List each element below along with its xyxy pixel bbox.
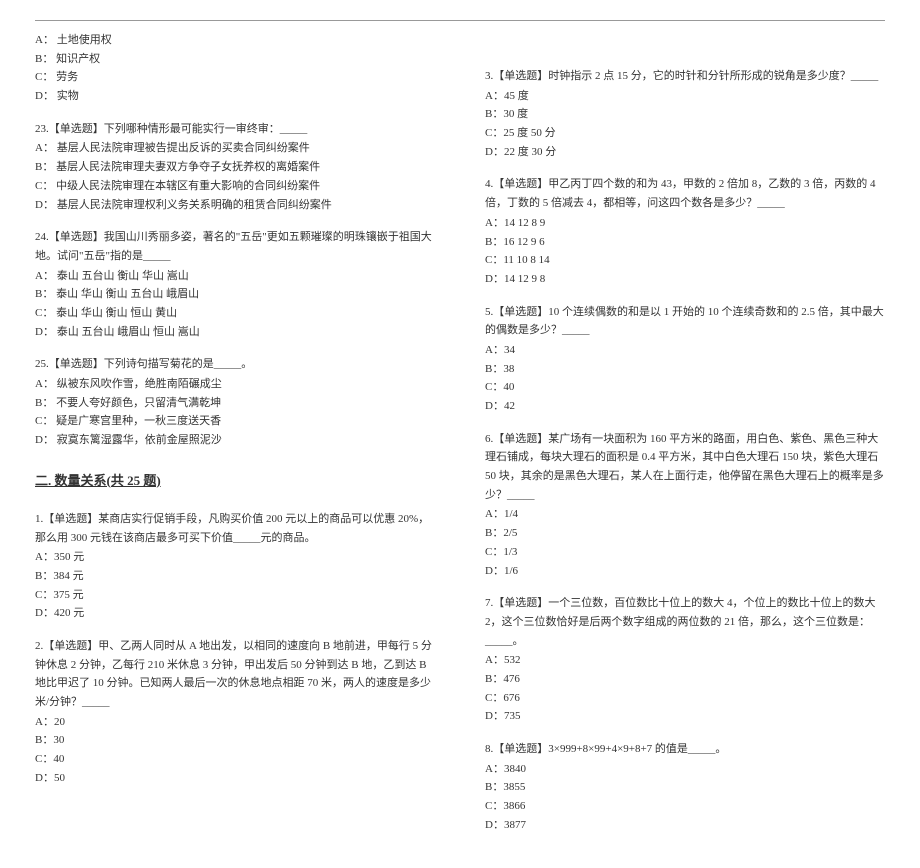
option-d: D：3877 (485, 816, 885, 835)
option-b: B：38 (485, 360, 885, 379)
question-text: 23.【单选题】下列哪种情形最可能实行一审终审：_____ (35, 120, 435, 139)
question-23: 23.【单选题】下列哪种情形最可能实行一审终审：_____ A： 基层人民法院审… (35, 120, 435, 214)
option-c: C：1/3 (485, 543, 885, 562)
option-b: B：3855 (485, 778, 885, 797)
option-d: D： 基层人民法院审理权利义务关系明确的租赁合同纠纷案件 (35, 196, 435, 215)
option-b: B：30 度 (485, 105, 885, 124)
option-b: B：384 元 (35, 567, 435, 586)
option-c: C：375 元 (35, 586, 435, 605)
option-b: B： 泰山 华山 衡山 五台山 峨眉山 (35, 285, 435, 304)
question-7: 7.【单选题】一个三位数，百位数比十位上的数大 4，个位上的数比十位上的数大 2… (485, 594, 885, 726)
option-a: A：20 (35, 713, 435, 732)
option-c: C： 疑是广寒宫里种，一秋三度送天香 (35, 412, 435, 431)
page-content: A： 土地使用权 B： 知识产权 C： 劳务 D： 实物 23.【单选题】下列哪… (35, 20, 885, 848)
option-a: A： 土地使用权 (35, 31, 435, 50)
option-c: C：40 (485, 378, 885, 397)
option-c: C： 中级人民法院审理在本辖区有重大影响的合同纠纷案件 (35, 177, 435, 196)
option-d: D：14 12 9 8 (485, 270, 885, 289)
option-a: A： 泰山 五台山 衡山 华山 嵩山 (35, 267, 435, 286)
question-text: 4.【单选题】甲乙丙丁四个数的和为 43，甲数的 2 倍加 8，乙数的 3 倍，… (485, 175, 885, 212)
option-a: A： 纵被东风吹作雪，绝胜南陌碾成尘 (35, 375, 435, 394)
option-c: C： 劳务 (35, 68, 435, 87)
option-d: D：42 (485, 397, 885, 416)
option-a: A：1/4 (485, 505, 885, 524)
option-a: A：350 元 (35, 548, 435, 567)
option-b: B： 基层人民法院审理夫妻双方争夺子女抚养权的离婚案件 (35, 158, 435, 177)
question-6: 6.【单选题】某广场有一块面积为 160 平方米的路面，用白色、紫色、黑色三种大… (485, 430, 885, 581)
option-d: D：735 (485, 707, 885, 726)
question-22-options: A： 土地使用权 B： 知识产权 C： 劳务 D： 实物 (35, 31, 435, 106)
section-2-header: 二. 数量关系(共 25 题) (35, 470, 435, 492)
option-d: D：50 (35, 769, 435, 788)
option-a: A：45 度 (485, 87, 885, 106)
question-8: 8.【单选题】3×999+8×99+4×9+8+7 的值是_____。 A：38… (485, 740, 885, 834)
right-column: 3.【单选题】时钟指示 2 点 15 分，它的时针和分针所形成的锐角是多少度？_… (485, 31, 885, 848)
left-column: A： 土地使用权 B： 知识产权 C： 劳务 D： 实物 23.【单选题】下列哪… (35, 31, 435, 848)
question-24: 24.【单选题】我国山川秀丽多姿，著名的"五岳"更如五颗璀璨的明珠镶嵌于祖国大地… (35, 228, 435, 341)
option-a: A：14 12 8 9 (485, 214, 885, 233)
option-d: D： 寂寞东篱湿露华，依前金屋照泥沙 (35, 431, 435, 450)
question-text: 25.【单选题】下列诗句描写菊花的是_____。 (35, 355, 435, 374)
question-text: 5.【单选题】10 个连续偶数的和是以 1 开始的 10 个连续奇数和的 2.5… (485, 303, 885, 340)
option-d: D： 实物 (35, 87, 435, 106)
question-25: 25.【单选题】下列诗句描写菊花的是_____。 A： 纵被东风吹作雪，绝胜南陌… (35, 355, 435, 449)
question-3: 3.【单选题】时钟指示 2 点 15 分，它的时针和分针所形成的锐角是多少度？_… (485, 67, 885, 161)
question-text: 6.【单选题】某广场有一块面积为 160 平方米的路面，用白色、紫色、黑色三种大… (485, 430, 885, 505)
option-d: D：420 元 (35, 604, 435, 623)
question-2-1: 1.【单选题】某商店实行促销手段，凡购买价值 200 元以上的商品可以优惠 20… (35, 510, 435, 623)
option-c: C： 泰山 华山 衡山 恒山 黄山 (35, 304, 435, 323)
option-c: C：11 10 8 14 (485, 251, 885, 270)
question-text: 7.【单选题】一个三位数，百位数比十位上的数大 4，个位上的数比十位上的数大 2… (485, 594, 885, 650)
question-5: 5.【单选题】10 个连续偶数的和是以 1 开始的 10 个连续奇数和的 2.5… (485, 303, 885, 416)
question-4: 4.【单选题】甲乙丙丁四个数的和为 43，甲数的 2 倍加 8，乙数的 3 倍，… (485, 175, 885, 288)
question-text: 8.【单选题】3×999+8×99+4×9+8+7 的值是_____。 (485, 740, 885, 759)
option-c: C：25 度 50 分 (485, 124, 885, 143)
option-c: C：3866 (485, 797, 885, 816)
question-text: 24.【单选题】我国山川秀丽多姿，著名的"五岳"更如五颗璀璨的明珠镶嵌于祖国大地… (35, 228, 435, 265)
option-d: D：22 度 30 分 (485, 143, 885, 162)
option-a: A： 基层人民法院审理被告提出反诉的买卖合同纠纷案件 (35, 139, 435, 158)
option-b: B：30 (35, 731, 435, 750)
option-a: A：3840 (485, 760, 885, 779)
question-text: 2.【单选题】甲、乙两人同时从 A 地出发，以相同的速度向 B 地前进，甲每行 … (35, 637, 435, 712)
option-a: A：532 (485, 651, 885, 670)
option-c: C：40 (35, 750, 435, 769)
option-b: B：16 12 9 6 (485, 233, 885, 252)
question-text: 1.【单选题】某商店实行促销手段，凡购买价值 200 元以上的商品可以优惠 20… (35, 510, 435, 547)
question-2-2: 2.【单选题】甲、乙两人同时从 A 地出发，以相同的速度向 B 地前进，甲每行 … (35, 637, 435, 788)
option-b: B：2/5 (485, 524, 885, 543)
option-b: B：476 (485, 670, 885, 689)
option-a: A：34 (485, 341, 885, 360)
option-d: D：1/6 (485, 562, 885, 581)
option-d: D： 泰山 五台山 峨眉山 恒山 嵩山 (35, 323, 435, 342)
option-b: B： 知识产权 (35, 50, 435, 69)
question-text: 3.【单选题】时钟指示 2 点 15 分，它的时针和分针所形成的锐角是多少度？_… (485, 67, 885, 86)
option-b: B： 不要人夸好颜色，只留清气满乾坤 (35, 394, 435, 413)
spacer (485, 31, 885, 67)
option-c: C：676 (485, 689, 885, 708)
two-column-layout: A： 土地使用权 B： 知识产权 C： 劳务 D： 实物 23.【单选题】下列哪… (35, 31, 885, 848)
